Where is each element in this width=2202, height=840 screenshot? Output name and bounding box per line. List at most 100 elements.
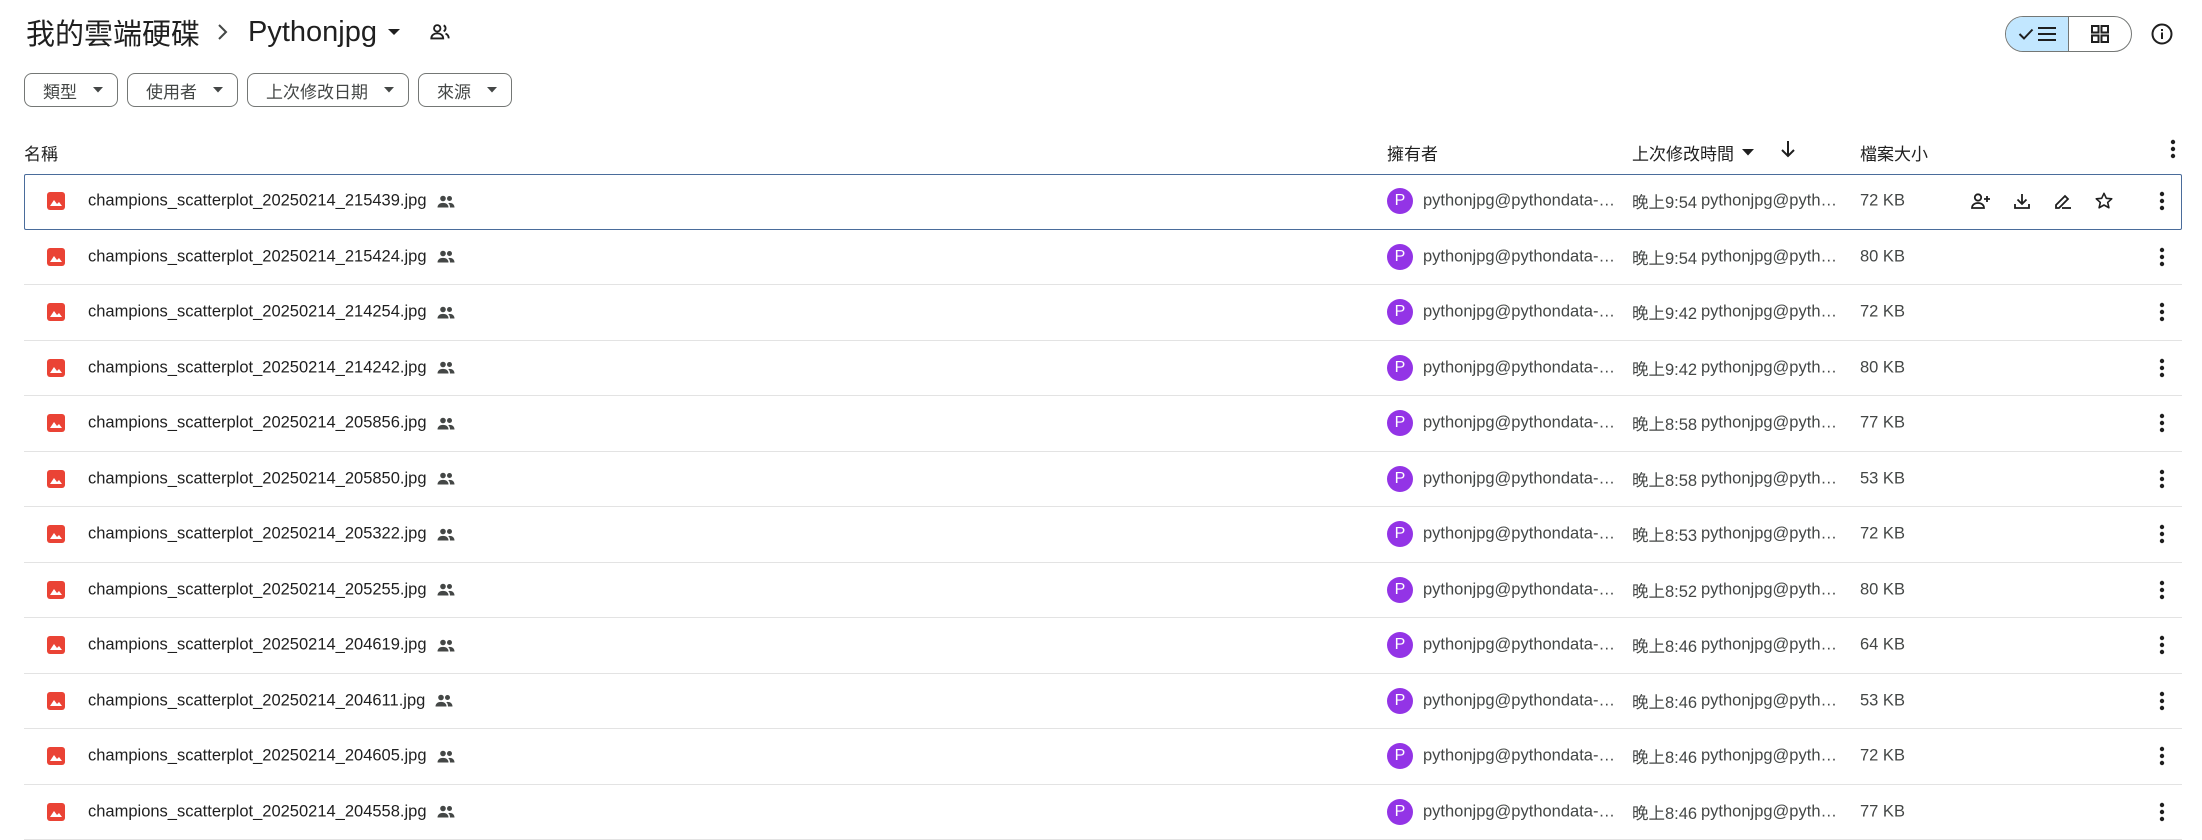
people-icon xyxy=(437,250,455,264)
file-name-cell: champions_scatterplot_20250214_214242.jp… xyxy=(88,358,455,377)
caret-down-icon xyxy=(387,28,401,36)
download-icon[interactable] xyxy=(2010,189,2034,213)
file-row[interactable]: champions_scatterplot_20250214_205850.jp… xyxy=(24,452,2182,508)
modified-by: pythonjpg@pythondata xyxy=(1701,469,1843,488)
file-name: champions_scatterplot_20250214_214254.jp… xyxy=(88,303,427,322)
owner-avatar: P xyxy=(1387,632,1413,658)
shared-folder-icon[interactable] xyxy=(429,21,451,43)
file-row[interactable]: champions_scatterplot_20250214_204611.jp… xyxy=(24,674,2182,730)
sort-direction-arrow-down-icon[interactable] xyxy=(1778,139,1798,159)
filter-source-label: 來源 xyxy=(437,78,471,103)
owner-email: pythonjpg@pythondata-analysis.iam.gservi… xyxy=(1423,303,1623,322)
more-vert-icon[interactable] xyxy=(2150,300,2174,324)
chevron-right-icon xyxy=(202,23,242,41)
file-row[interactable]: champions_scatterplot_20250214_204605.jp… xyxy=(24,729,2182,785)
file-list: champions_scatterplot_20250214_215439.jp… xyxy=(24,174,2182,840)
filter-modified-label: 上次修改日期 xyxy=(266,78,368,103)
file-name: champions_scatterplot_20250214_204605.jp… xyxy=(88,747,427,766)
more-vert-icon[interactable] xyxy=(2150,800,2174,824)
filter-people-chip[interactable]: 使用者 xyxy=(127,73,238,107)
image-file-icon xyxy=(47,581,65,599)
people-icon xyxy=(437,416,455,430)
file-size: 77 KB xyxy=(1860,414,1905,433)
more-vert-icon[interactable] xyxy=(2150,467,2174,491)
file-name: champions_scatterplot_20250214_205322.jp… xyxy=(88,525,427,544)
file-name-cell: champions_scatterplot_20250214_215439.jp… xyxy=(88,192,455,211)
filter-type-chip[interactable]: 類型 xyxy=(24,73,118,107)
rename-icon[interactable] xyxy=(2051,189,2075,213)
more-vert-icon[interactable] xyxy=(2150,356,2174,380)
file-row[interactable]: champions_scatterplot_20250214_215424.jp… xyxy=(24,230,2182,286)
file-row[interactable]: champions_scatterplot_20250214_205856.jp… xyxy=(24,396,2182,452)
modified-by: pythonjpg@pythondata xyxy=(1701,636,1843,655)
grid-view-button[interactable] xyxy=(2069,17,2131,51)
file-row[interactable]: champions_scatterplot_20250214_214254.jp… xyxy=(24,285,2182,341)
list-view-button[interactable] xyxy=(2006,17,2069,51)
file-name-cell: champions_scatterplot_20250214_205322.jp… xyxy=(88,525,455,544)
column-header-modified[interactable]: 上次修改時間 xyxy=(1632,140,1754,165)
caret-down-icon xyxy=(384,87,394,93)
more-vert-icon[interactable] xyxy=(2150,744,2174,768)
caret-down-icon xyxy=(213,87,223,93)
filter-source-chip[interactable]: 來源 xyxy=(418,73,512,107)
file-name: champions_scatterplot_20250214_204619.jp… xyxy=(88,636,427,655)
file-size: 80 KB xyxy=(1860,247,1905,266)
file-size: 72 KB xyxy=(1860,303,1905,322)
file-name: champions_scatterplot_20250214_215424.jp… xyxy=(88,247,427,266)
file-row[interactable]: champions_scatterplot_20250214_204558.jp… xyxy=(24,785,2182,840)
filter-modified-chip[interactable]: 上次修改日期 xyxy=(247,73,409,107)
file-row[interactable]: champions_scatterplot_20250214_204619.jp… xyxy=(24,618,2182,674)
more-vert-icon[interactable] xyxy=(2150,578,2174,602)
file-name-cell: champions_scatterplot_20250214_204558.jp… xyxy=(88,802,455,821)
more-vert-icon[interactable] xyxy=(2150,633,2174,657)
breadcrumb-current-folder[interactable]: Pythonjpg xyxy=(242,8,407,57)
file-size: 77 KB xyxy=(1860,802,1905,821)
more-vert-icon[interactable] xyxy=(2150,411,2174,435)
modified-time: 晚上9:42 xyxy=(1632,300,1697,324)
column-options-more-vert-icon[interactable] xyxy=(2170,139,2176,159)
column-header-name[interactable]: 名稱 xyxy=(24,140,58,165)
table-header: 名稱 擁有者 上次修改時間 檔案大小 xyxy=(24,130,2182,170)
modified-time: 晚上8:52 xyxy=(1632,578,1697,602)
column-header-size[interactable]: 檔案大小 xyxy=(1860,140,1928,165)
file-name-cell: champions_scatterplot_20250214_205850.jp… xyxy=(88,469,455,488)
image-file-icon xyxy=(47,414,65,432)
modified-by: pythonjpg@pythondata xyxy=(1701,691,1843,710)
owner-email: pythonjpg@pythondata-analysis.iam.gservi… xyxy=(1423,192,1623,211)
file-name: champions_scatterplot_20250214_205850.jp… xyxy=(88,469,427,488)
modified-time: 晚上8:53 xyxy=(1632,522,1697,546)
owner-email: pythonjpg@pythondata-analysis.iam.gservi… xyxy=(1423,525,1623,544)
list-icon xyxy=(2038,26,2056,42)
modified-by: pythonjpg@pythondata xyxy=(1701,414,1843,433)
more-vert-icon[interactable] xyxy=(2150,245,2174,269)
more-vert-icon[interactable] xyxy=(2150,522,2174,546)
modified-by: pythonjpg@pythondata xyxy=(1701,802,1843,821)
file-name-cell: champions_scatterplot_20250214_205255.jp… xyxy=(88,580,455,599)
share-icon[interactable] xyxy=(1969,189,1993,213)
info-button[interactable] xyxy=(2142,14,2182,54)
file-row[interactable]: champions_scatterplot_20250214_215439.jp… xyxy=(24,174,2182,230)
more-vert-icon[interactable] xyxy=(2150,689,2174,713)
owner-avatar: P xyxy=(1387,244,1413,270)
modified-time: 晚上8:46 xyxy=(1632,744,1697,768)
image-file-icon xyxy=(47,692,65,710)
file-row[interactable]: champions_scatterplot_20250214_214242.jp… xyxy=(24,341,2182,397)
people-icon xyxy=(437,527,455,541)
more-vert-icon[interactable] xyxy=(2150,189,2174,213)
breadcrumb-root[interactable]: 我的雲端硬碟 xyxy=(24,3,202,61)
filter-people-label: 使用者 xyxy=(146,78,197,103)
view-toggle xyxy=(2005,16,2132,52)
file-name: champions_scatterplot_20250214_214242.jp… xyxy=(88,358,427,377)
breadcrumb-current-label: Pythonjpg xyxy=(248,16,377,49)
column-header-owner[interactable]: 擁有者 xyxy=(1387,140,1438,165)
file-row[interactable]: champions_scatterplot_20250214_205322.jp… xyxy=(24,507,2182,563)
file-name-cell: champions_scatterplot_20250214_204611.jp… xyxy=(88,691,453,710)
info-icon xyxy=(2151,23,2173,45)
file-size: 80 KB xyxy=(1860,358,1905,377)
file-name: champions_scatterplot_20250214_204611.jp… xyxy=(88,691,425,710)
people-icon xyxy=(437,583,455,597)
column-header-modified-label: 上次修改時間 xyxy=(1632,140,1734,165)
file-row[interactable]: champions_scatterplot_20250214_205255.jp… xyxy=(24,563,2182,619)
star-icon[interactable] xyxy=(2092,189,2116,213)
people-icon xyxy=(437,805,455,819)
